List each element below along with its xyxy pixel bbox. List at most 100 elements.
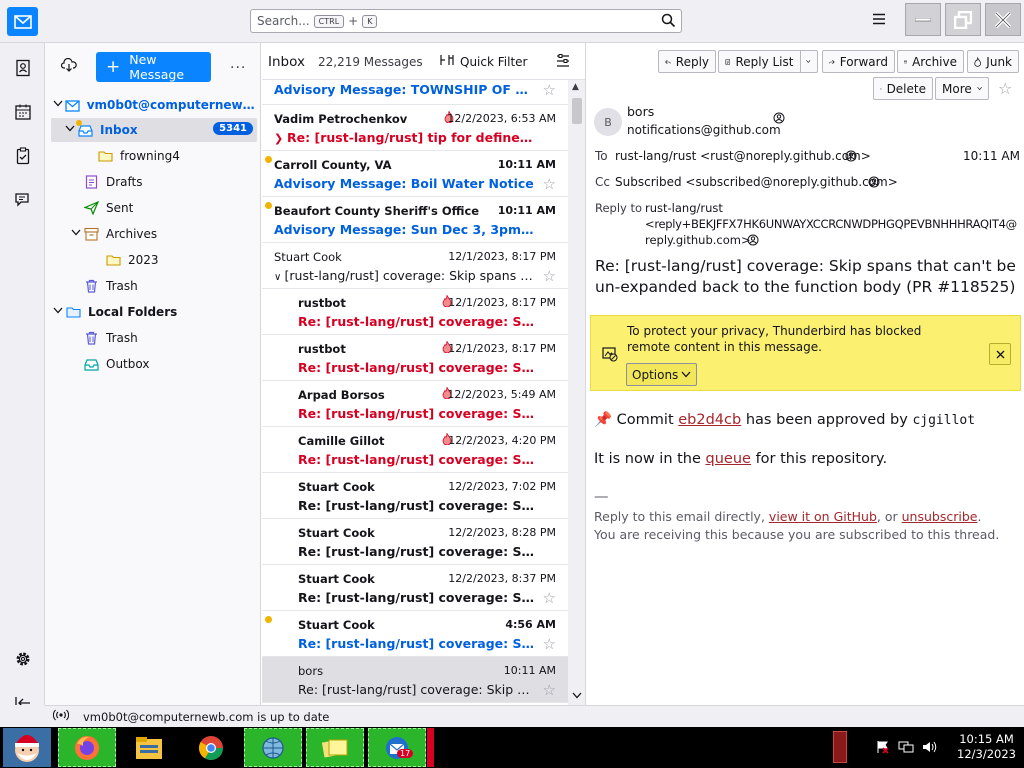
collapse-chevron-icon[interactable] — [51, 100, 64, 110]
message-row[interactable]: Stuart Cook 4:56 AM Re: [rust-lang/rust]… — [262, 611, 568, 657]
cc-recipient[interactable]: Subscribed <subscribed@noreply.github.co… — [615, 175, 898, 189]
mail-count-badge: 17 — [397, 749, 414, 758]
sender-name[interactable]: bors — [627, 104, 654, 119]
star-icon[interactable]: ☆ — [998, 79, 1012, 98]
message-row[interactable]: Stuart Cook 12/2/2023, 8:37 PM Re: [rust… — [262, 565, 568, 611]
account-row[interactable]: vm0b0t@computernewb... — [51, 93, 257, 117]
message-row[interactable]: rustbot 12/1/2023, 8:17 PM Re: [rust-lan… — [262, 335, 568, 381]
local-folder-outbox[interactable]: Outbox — [51, 352, 257, 376]
start-button[interactable] — [3, 728, 51, 767]
reply-to-line-1[interactable]: rust-lang/rust — [645, 201, 723, 215]
message-row[interactable]: Beaufort County Sheriff's Office 10:11 A… — [262, 197, 568, 243]
new-message-button[interactable]: + New Message — [96, 52, 211, 82]
scroll-down-icon[interactable] — [572, 692, 582, 702]
archive-button[interactable]: Archive — [897, 50, 964, 73]
collapse-chevron-icon[interactable] — [51, 307, 65, 317]
app-menu-icon[interactable] — [872, 13, 886, 28]
contact-icon[interactable] — [773, 112, 785, 127]
collapse-chevron-icon[interactable] — [69, 229, 83, 239]
thread-pane: Inbox 22,219 Messages Quick Filter Advis… — [262, 43, 586, 705]
tasks-icon[interactable] — [12, 145, 34, 167]
mail-app-icon[interactable] — [7, 7, 38, 36]
unsubscribe-link[interactable]: unsubscribe — [902, 509, 978, 524]
folder-archives[interactable]: Archives — [51, 222, 257, 246]
get-messages-icon[interactable] — [60, 57, 77, 75]
taskbar-notes-app[interactable] — [306, 728, 364, 767]
address-book-icon[interactable] — [12, 57, 34, 79]
message-row[interactable]: Advisory Message: TOWNSHIP OF TEA... ☆ — [262, 80, 568, 105]
message-row[interactable]: Stuart Cook 12/2/2023, 8:28 PM Re: [rust… — [262, 519, 568, 565]
tray-volume-icon[interactable] — [922, 740, 938, 757]
folder-drafts[interactable]: Drafts — [51, 170, 257, 194]
taskbar-file-explorer[interactable] — [120, 728, 178, 767]
local-folders-row[interactable]: Local Folders — [51, 300, 257, 324]
commit-hash-link[interactable]: eb2d4cb — [678, 412, 741, 428]
contact-icon[interactable] — [845, 150, 857, 165]
message-row[interactable]: Carroll County, VA 10:11 AM Advisory Mes… — [262, 151, 568, 197]
contact-icon[interactable] — [868, 176, 880, 191]
folder-2023[interactable]: 2023 — [51, 248, 257, 272]
queue-link[interactable]: queue — [706, 451, 751, 467]
folder-inbox[interactable]: Inbox 5341 — [51, 118, 257, 142]
search-input[interactable]: Search... CTRL + K — [250, 9, 682, 33]
local-folder-trash[interactable]: Trash — [51, 326, 257, 350]
folder-pane-more-button[interactable]: ... — [230, 56, 246, 72]
message-row[interactable]: Arpad Borsos 12/2/2023, 5:49 AM Re: [rus… — [262, 381, 568, 427]
delete-button[interactable]: Delete — [873, 77, 933, 100]
message-subject: ❯ Re: [rust-lang/rust] tip for define ma… — [274, 130, 536, 145]
thread-root-row[interactable]: Stuart Cook 12/1/2023, 8:17 PM ∨ [rust-l… — [262, 243, 568, 289]
search-icon[interactable] — [661, 13, 676, 31]
reply-button[interactable]: Reply — [658, 50, 716, 73]
message-row[interactable]: Vadim Petrochenkov 12/2/2023, 6:53 AM ❯ … — [262, 105, 568, 151]
show-desktop-strip[interactable] — [833, 731, 847, 763]
chat-icon[interactable] — [12, 189, 34, 211]
taskbar-clock[interactable]: 10:15 AM 12/3/2023 — [957, 732, 1016, 762]
forward-button[interactable]: Forward — [822, 50, 895, 73]
minimize-button[interactable] — [905, 3, 941, 36]
star-icon[interactable]: ☆ — [543, 635, 556, 653]
more-button[interactable]: More — [935, 77, 989, 100]
folder-frowning4[interactable]: frowning4 — [51, 144, 257, 168]
taskbar-chrome[interactable] — [182, 728, 240, 767]
star-icon[interactable]: ☆ — [543, 81, 556, 99]
message-row[interactable]: Stuart Cook 12/2/2023, 7:02 PM Re: [rust… — [262, 473, 568, 519]
scrollbar-thumb[interactable] — [572, 98, 582, 124]
message-row[interactable]: rustbot 12/1/2023, 8:17 PM Re: [rust-lan… — [262, 289, 568, 335]
tray-network-icon[interactable] — [898, 740, 914, 757]
message-list[interactable]: Advisory Message: TOWNSHIP OF TEA... ☆ V… — [262, 80, 568, 705]
scroll-up-icon[interactable]: ▲ — [572, 82, 579, 92]
folder-sent[interactable]: Sent — [51, 196, 257, 220]
calendar-icon[interactable] — [12, 101, 34, 123]
junk-button[interactable]: Junk — [967, 50, 1019, 73]
star-icon[interactable]: ☆ — [543, 175, 556, 193]
sender-email[interactable]: notifications@github.com — [627, 123, 781, 137]
message-row[interactable]: Camille Gillot 12/2/2023, 4:20 PM Re: [r… — [262, 427, 568, 473]
contact-icon[interactable] — [747, 234, 759, 249]
thread-scrollbar[interactable]: ▲ — [568, 80, 585, 705]
settings-gear-icon[interactable] — [12, 648, 34, 670]
view-on-github-link[interactable]: view it on GitHub — [769, 509, 877, 524]
taskbar-firefox[interactable] — [58, 728, 116, 767]
folder-pane: + New Message ... vm0b0t@computernewb...… — [45, 43, 261, 705]
restore-button[interactable] — [945, 3, 981, 36]
notice-options-button[interactable]: Options — [626, 363, 698, 386]
quick-filter-button[interactable]: Quick Filter — [440, 54, 527, 69]
reply-to-line-2[interactable]: <reply+BEKJFFX7HK6UNWAYXCCRCNWDPHGQPEVBN… — [645, 217, 1017, 231]
collapse-chevron-icon[interactable] — [63, 125, 77, 135]
reply-list-button[interactable]: Reply List — [718, 50, 818, 73]
tray-flag-icon[interactable] — [876, 740, 890, 757]
to-recipient[interactable]: rust-lang/rust <rust@noreply.github.com> — [615, 149, 871, 163]
flame-icon — [974, 56, 981, 67]
taskbar-thunderbird[interactable]: 17 — [368, 728, 426, 767]
close-window-button[interactable] — [985, 3, 1021, 36]
reply-to-line-3[interactable]: reply.github.com> — [645, 233, 751, 247]
star-icon[interactable]: ☆ — [543, 681, 556, 699]
online-status-icon[interactable] — [52, 709, 70, 724]
notice-close-button[interactable] — [989, 343, 1011, 365]
star-icon[interactable]: ☆ — [543, 267, 556, 285]
message-row-selected[interactable]: bors 10:11 AM Re: [rust-lang/rust] cover… — [262, 657, 568, 703]
display-options-icon[interactable] — [556, 54, 570, 71]
folder-trash[interactable]: Trash — [51, 274, 257, 298]
star-icon[interactable]: ☆ — [543, 589, 556, 607]
taskbar-network-app[interactable] — [244, 728, 302, 767]
